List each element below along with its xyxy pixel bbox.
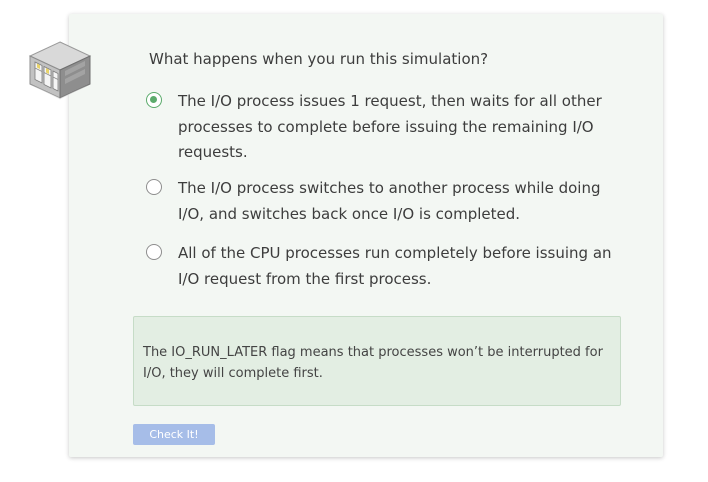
isometric-building-icon	[28, 41, 92, 100]
radio-unselected[interactable]	[146, 244, 162, 260]
answer-option-label: The I/O process switches to another proc…	[178, 179, 601, 223]
radio-unselected[interactable]	[146, 179, 162, 195]
answer-option-3[interactable]: All of the CPU processes run completely …	[146, 243, 616, 289]
question-text: What happens when you run this simulatio…	[149, 50, 489, 68]
answer-option-2[interactable]: The I/O process switches to another proc…	[146, 178, 616, 224]
check-it-button[interactable]: Check It!	[133, 424, 215, 445]
feedback-box: The IO_RUN_LATER flag means that process…	[133, 316, 621, 406]
answer-option-1[interactable]: The I/O process issues 1 request, then w…	[146, 91, 616, 161]
radio-selected[interactable]	[146, 92, 162, 108]
feedback-text: The IO_RUN_LATER flag means that process…	[143, 345, 603, 381]
answer-option-label: The I/O process issues 1 request, then w…	[178, 92, 602, 161]
answer-option-label: All of the CPU processes run completely …	[178, 244, 612, 288]
